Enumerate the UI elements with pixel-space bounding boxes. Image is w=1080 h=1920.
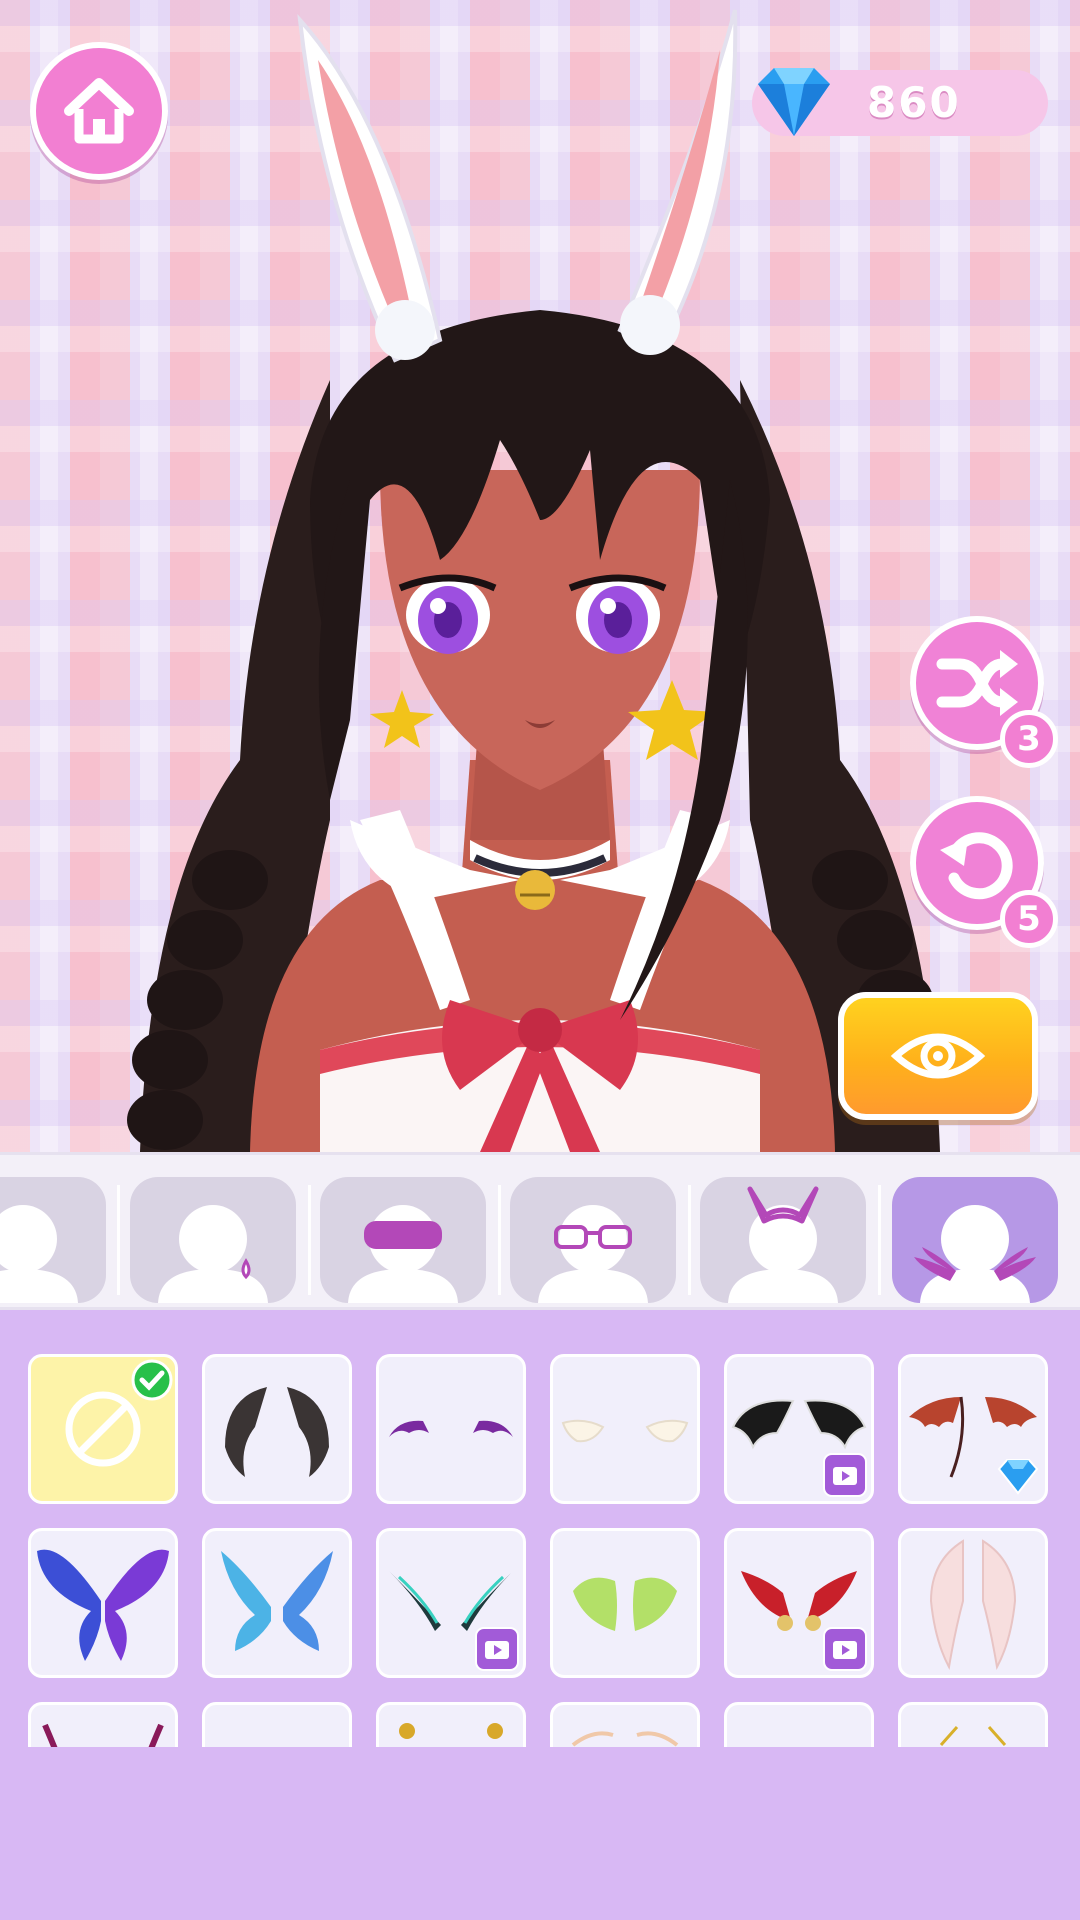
character-avatar xyxy=(127,9,948,1152)
gem-balance: 860 xyxy=(752,68,1048,136)
wings-icon xyxy=(42,1723,164,1747)
character-stage: 860 3 5 xyxy=(0,0,1080,1152)
item-black-white-feather-wings[interactable] xyxy=(724,1354,874,1504)
wings-icon xyxy=(571,1731,679,1747)
item-pink-angel-wings[interactable] xyxy=(898,1528,1048,1678)
item-dark-feather-wings[interactable] xyxy=(202,1354,352,1504)
butterfly-wings-icon xyxy=(37,1549,169,1661)
randomize-button[interactable]: 3 xyxy=(910,616,1058,768)
tab-eye-mask[interactable] xyxy=(320,1177,486,1303)
shuffle-icon xyxy=(936,650,1018,716)
video-ad-icon xyxy=(475,1627,519,1671)
item-row3-4[interactable] xyxy=(550,1702,700,1747)
checkmark-icon xyxy=(131,1359,173,1401)
wings-icon xyxy=(939,1726,1007,1746)
item-red-gold-feather-wings[interactable] xyxy=(724,1528,874,1678)
diamond-icon xyxy=(758,68,830,136)
preview-button[interactable] xyxy=(838,992,1038,1120)
item-row3-6[interactable] xyxy=(898,1702,1048,1747)
crystal-wings-icon xyxy=(221,1551,333,1651)
video-ad-icon xyxy=(823,1627,867,1671)
item-teal-blade-wings[interactable] xyxy=(376,1528,526,1678)
bottom-panel xyxy=(0,1747,1080,1920)
item-row3-2[interactable] xyxy=(202,1702,352,1747)
diamond-badge-icon xyxy=(997,1459,1039,1495)
item-row3-1[interactable] xyxy=(28,1702,178,1747)
tab-wings[interactable] xyxy=(892,1177,1058,1303)
wings-icon xyxy=(914,1205,1036,1303)
item-red-dragon-wings[interactable] xyxy=(898,1354,1048,1504)
purple-bat-wings-icon xyxy=(389,1420,513,1437)
undo-icon xyxy=(940,832,1013,900)
undo-button[interactable]: 5 xyxy=(910,796,1058,948)
item-grid xyxy=(0,1310,1080,1747)
tab-ears[interactable] xyxy=(700,1177,866,1303)
wings-icon xyxy=(399,1723,503,1739)
pink-angel-wings-icon xyxy=(929,1539,1017,1671)
cat-ears-icon xyxy=(728,1186,838,1303)
category-tab-bar xyxy=(0,1152,1080,1310)
tab-face[interactable] xyxy=(0,1177,106,1303)
earring-icon xyxy=(158,1205,268,1303)
eye-mask-icon xyxy=(348,1205,458,1303)
home-button[interactable] xyxy=(30,42,168,180)
green-fairy-wings-icon xyxy=(573,1577,677,1631)
tab-glasses[interactable] xyxy=(510,1177,676,1303)
item-green-fairy-wings[interactable] xyxy=(550,1528,700,1678)
item-small-purple-bat-wings[interactable] xyxy=(376,1354,526,1504)
item-none[interactable] xyxy=(28,1354,178,1504)
item-crystal-fairy-wings[interactable] xyxy=(202,1528,352,1678)
item-row3-3[interactable] xyxy=(376,1702,526,1747)
tab-earrings[interactable] xyxy=(130,1177,296,1303)
item-row3-5[interactable] xyxy=(724,1702,874,1747)
white-angel-wings-icon xyxy=(561,1419,689,1443)
dark-feather-wings-icon xyxy=(225,1387,329,1477)
eye-icon xyxy=(890,1033,986,1079)
head-silhouette-icon xyxy=(0,1205,78,1303)
gem-count: 860 xyxy=(867,78,961,127)
randomize-count-badge: 3 xyxy=(1000,710,1058,768)
glasses-icon xyxy=(538,1205,648,1303)
video-ad-icon xyxy=(823,1453,867,1497)
home-icon xyxy=(64,78,134,144)
undo-count-badge: 5 xyxy=(1000,890,1058,948)
item-small-white-angel-wings[interactable] xyxy=(550,1354,700,1504)
item-blue-butterfly-wings[interactable] xyxy=(28,1528,178,1678)
